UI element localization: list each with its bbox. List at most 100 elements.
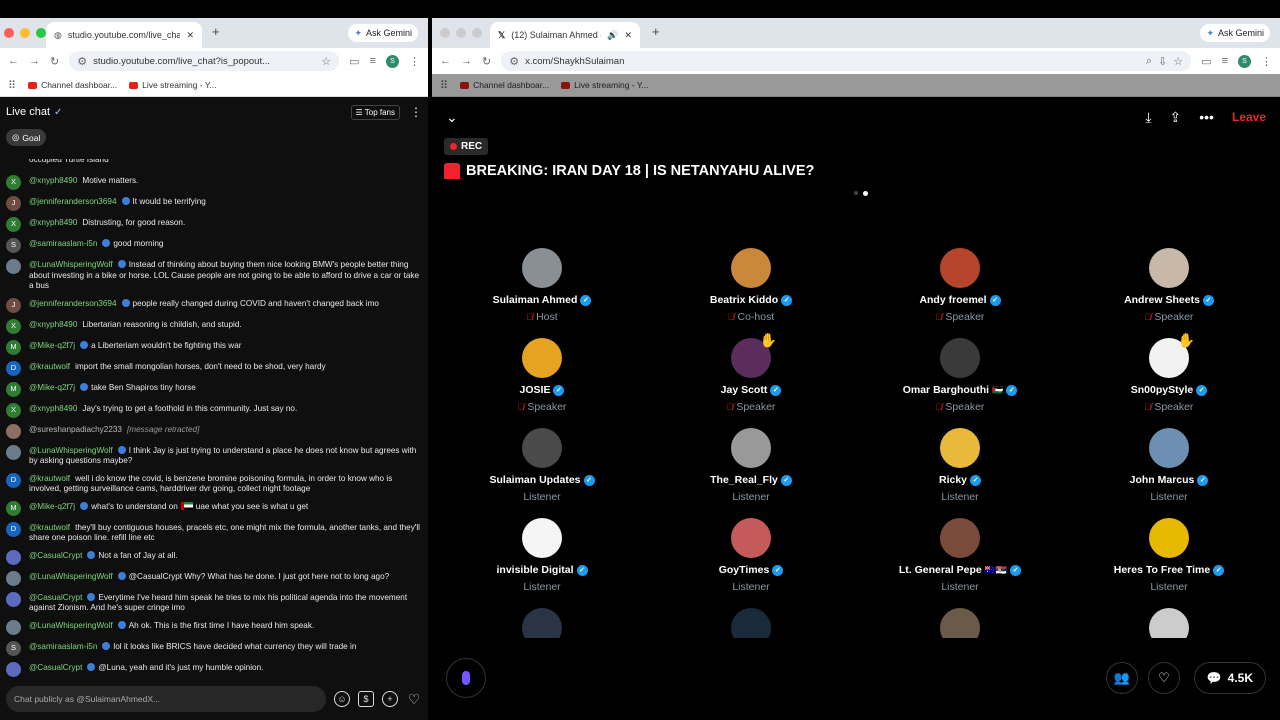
participant[interactable]: Sulaiman Updates ✓ Listener [442, 428, 642, 503]
back-icon[interactable]: ← [8, 55, 19, 67]
avatar[interactable]: S [6, 640, 21, 656]
message-author[interactable]: @LunaWhisperingWolf [29, 446, 113, 455]
more-icon[interactable]: ••• [1199, 109, 1214, 125]
participant-avatar[interactable] [940, 518, 980, 558]
close-window-button[interactable] [440, 28, 450, 38]
people-icon[interactable]: 👥 [1106, 662, 1138, 694]
participant-avatar[interactable] [1149, 608, 1189, 638]
chat-message[interactable]: D @krautwolf import the small mongolian ho… [0, 357, 428, 378]
participant[interactable]: Andy froemel ✓ 🎙̸ Speaker [860, 248, 1060, 323]
participant[interactable]: Lt. General Pepe 🇦🇺🇷🇸 ✓ Listener [860, 518, 1060, 593]
site-info-icon[interactable]: ⚙ [77, 55, 87, 68]
participant-avatar[interactable]: ✋ [1149, 332, 1195, 378]
forward-icon[interactable]: → [29, 55, 40, 67]
avatar[interactable]: M [6, 381, 21, 397]
reload-icon[interactable]: ↻ [50, 55, 59, 68]
more-options-icon[interactable]: ⋮ [410, 105, 422, 119]
avatar[interactable]: S [6, 238, 21, 253]
site-info-icon[interactable]: ⚙ [509, 55, 519, 68]
ask-gemini-button[interactable]: ✦ Ask Gemini [1200, 24, 1270, 42]
chat-message[interactable]: M @Mike-q2f7j a Liberteriam wouldn't be fi… [0, 336, 428, 357]
message-author[interactable]: @krautwolf [29, 474, 70, 483]
message-author[interactable]: @krautwolf [29, 362, 70, 371]
maximize-window-button[interactable] [472, 28, 482, 38]
extensions-icon[interactable]: ≡ [1222, 55, 1228, 67]
avatar[interactable]: X [6, 217, 21, 232]
apps-grid-icon[interactable]: ⠿ [440, 79, 448, 92]
participant-avatar[interactable] [731, 428, 771, 468]
heart-icon[interactable]: ♡ [406, 691, 422, 707]
super-chat-icon[interactable]: $ [358, 691, 374, 707]
leave-button[interactable]: Leave [1232, 110, 1266, 124]
participant-avatar[interactable] [1149, 518, 1189, 558]
avatar[interactable] [6, 444, 21, 460]
message-author[interactable]: @xnyph8490 [29, 404, 77, 413]
profile-avatar[interactable]: S [1238, 54, 1251, 68]
participant[interactable]: invisible Digital ✓ Listener [442, 518, 642, 593]
participant-avatar[interactable] [522, 338, 562, 378]
cast-icon[interactable]: ▭ [349, 55, 359, 68]
chat-title[interactable]: Live chat ✓ [6, 106, 351, 118]
chat-message[interactable]: @sureshanpadiachy2233 [message retracted] [0, 420, 428, 441]
new-tab-button[interactable]: + [652, 24, 660, 39]
participant-avatar[interactable] [1149, 248, 1189, 288]
chat-message[interactable]: X @xnyph8490 Jay's trying to get a foothol… [0, 399, 428, 420]
participant-avatar[interactable] [522, 608, 562, 638]
page-dot-active[interactable] [863, 191, 868, 196]
avatar[interactable] [6, 423, 21, 439]
participant-avatar[interactable] [940, 608, 980, 638]
chat-message[interactable]: S @samiraaslam-i5n lol it looks like BRICS… [0, 637, 428, 658]
avatar[interactable]: D [6, 472, 21, 488]
avatar[interactable] [6, 570, 21, 586]
avatar[interactable]: X [6, 175, 21, 190]
chat-message[interactable]: @LunaWhisperingWolf @CasualCrypt Why? Wha… [0, 567, 428, 588]
avatar[interactable] [6, 549, 21, 565]
menu-icon[interactable]: ⋮ [1261, 55, 1272, 68]
message-author[interactable]: @Mike-q2f7j [29, 383, 75, 392]
chat-message[interactable]: @CasualCrypt @Luna, yeah and it's just my… [0, 658, 428, 679]
browser-tab[interactable]: ◍ studio.youtube.com/live_chat ✕ [46, 22, 202, 48]
participant[interactable]: Omar Barghouthi 🇵🇸 ✓ 🎙̸ Speaker [860, 338, 1060, 413]
chat-message[interactable]: J @jenniferanderson3694 It would be terrif… [0, 193, 428, 214]
participant[interactable] [651, 608, 851, 638]
favorite-heart-icon[interactable]: ♡ [1148, 662, 1180, 694]
message-author[interactable]: @CasualCrypt [29, 663, 82, 672]
close-window-button[interactable] [4, 28, 14, 38]
participant[interactable]: John Marcus ✓ Listener [1069, 428, 1269, 503]
bookmark-channel-dashboard[interactable]: Channel dashboar... [460, 80, 549, 90]
chat-message[interactable]: @CasualCrypt Everytime I've heard him spe… [0, 588, 428, 616]
bookmark-star-icon[interactable]: ☆ [321, 55, 331, 68]
bookmark-star-icon[interactable]: ☆ [1173, 55, 1183, 68]
page-dot[interactable] [854, 191, 858, 195]
participant[interactable] [442, 608, 642, 638]
minimize-space-icon[interactable]: ⤓ [1145, 109, 1151, 126]
url-field[interactable]: ⚙ x.com/ShaykhSulaiman ⌕ ⇩ ☆ [501, 51, 1192, 71]
participant-avatar[interactable] [522, 428, 562, 468]
close-tab-icon[interactable]: ✕ [624, 30, 632, 41]
message-author[interactable]: @samiraaslam-i5n [29, 642, 97, 651]
close-tab-icon[interactable]: ✕ [186, 30, 194, 41]
avatar[interactable]: M [6, 339, 21, 355]
chat-message-list[interactable]: occupied Turtle Island X @xnyph8490 Motive… [0, 159, 428, 679]
chat-message[interactable]: @LunaWhisperingWolf Instead of thinking a… [0, 256, 428, 295]
message-author[interactable]: @Mike-q2f7j [29, 502, 75, 511]
microphone-button[interactable] [446, 658, 486, 698]
participant-avatar[interactable] [940, 248, 980, 288]
avatar[interactable]: D [6, 360, 21, 376]
menu-icon[interactable]: ⋮ [409, 55, 420, 68]
add-icon[interactable]: + [382, 691, 398, 707]
avatar[interactable] [6, 619, 21, 635]
bookmark-live-streaming[interactable]: Live streaming - Y... [561, 80, 649, 90]
collapse-chevron-icon[interactable]: ⌄ [446, 109, 458, 126]
participant-avatar[interactable] [522, 518, 562, 558]
message-author[interactable]: @LunaWhisperingWolf [29, 621, 113, 630]
avatar[interactable]: X [6, 402, 21, 418]
participant-avatar[interactable] [940, 428, 980, 468]
chat-message[interactable]: @CasualCrypt Not a fan of Jay at all. [0, 546, 428, 567]
participant[interactable]: Beatrix Kiddo ✓ 🎙̸ Co-host [651, 248, 851, 323]
participant-avatar[interactable] [522, 248, 562, 288]
participant[interactable]: JOSIE ✓ 🎙̸ Speaker [442, 338, 642, 413]
bookmark-live-streaming[interactable]: Live streaming - Y... [129, 80, 217, 90]
message-author[interactable]: @LunaWhisperingWolf [29, 572, 113, 581]
chat-message[interactable]: @LunaWhisperingWolf I think Jay is just t… [0, 441, 428, 469]
